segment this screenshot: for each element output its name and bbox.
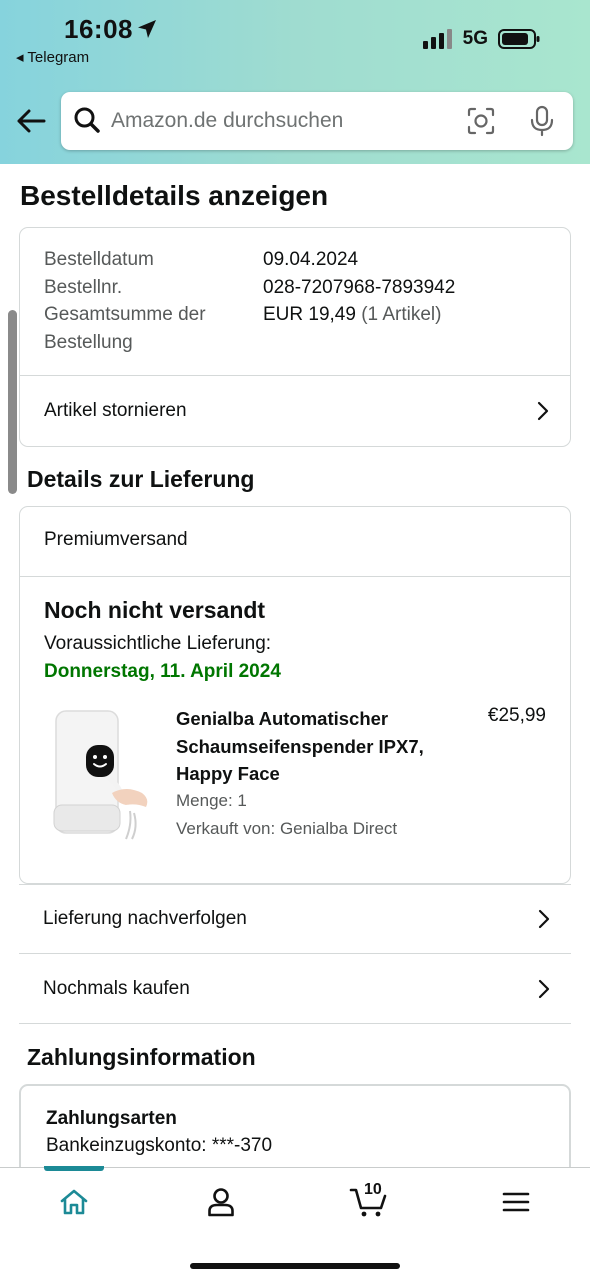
chevron-right-icon <box>537 401 549 421</box>
order-number: 028-7207968-7893942 <box>263 276 456 298</box>
product-name-link[interactable]: Genialba Automatischer Schaumseifenspend… <box>176 705 436 788</box>
payment-section-title: Zahlungsinformation <box>27 1044 256 1070</box>
track-delivery-link[interactable]: Lieferung nachverfolgen <box>19 884 571 954</box>
page-title: Bestelldetails anzeigen <box>20 180 329 211</box>
delivery-card: Premiumversand Noch nicht versandt Vorau… <box>19 506 571 884</box>
order-date-label: Bestelldatum <box>44 249 154 270</box>
order-item-count: (1 Artikel) <box>361 304 442 325</box>
product-quantity: Menge: 1 <box>176 791 247 810</box>
order-total-label-2: Bestellung <box>44 331 133 353</box>
user-icon <box>208 1188 234 1217</box>
delivery-section-title: Details zur Lieferung <box>27 466 255 492</box>
payment-methods-title: Zahlungsarten <box>46 1108 177 1129</box>
status-time: 16:08 <box>64 14 133 44</box>
microphone-icon[interactable] <box>529 105 555 137</box>
chevron-right-icon <box>538 909 550 929</box>
order-total: EUR 19,49 <box>263 304 356 325</box>
battery-icon <box>498 29 540 49</box>
chevron-right-icon <box>538 979 550 998</box>
bottom-navigation: 10 <box>0 1166 590 1280</box>
product-price: €25,99 <box>487 705 546 726</box>
network-type: 5G <box>462 28 488 49</box>
order-number-label: Bestellnr. <box>44 276 123 298</box>
divider <box>20 576 570 577</box>
track-delivery-label: Lieferung nachverfolgen <box>43 908 247 929</box>
home-indicator-bar[interactable] <box>190 1263 400 1269</box>
payment-account: Bankeinzugskonto: ***-370 <box>46 1135 273 1156</box>
eta-date: Donnerstag, 11. April 2024 <box>44 661 281 682</box>
home-icon <box>60 1189 88 1215</box>
eta-label: Voraussichtliche Lieferung: <box>44 633 272 654</box>
search-input[interactable] <box>111 104 441 138</box>
order-total-line: EUR 19,49 (1 Artikel) <box>263 301 455 329</box>
search-icon <box>74 107 100 133</box>
back-to-telegram[interactable]: ◂ Telegram <box>16 48 89 66</box>
hamburger-menu-icon <box>502 1192 530 1212</box>
search-bar[interactable] <box>61 92 573 150</box>
shipping-type: Premiumversand <box>44 529 188 550</box>
shipment-status: Noch nicht versandt <box>44 597 266 623</box>
scrollbar[interactable] <box>8 310 17 494</box>
buy-again-link[interactable]: Nochmals kaufen <box>19 954 571 1024</box>
location-arrow-icon <box>138 20 156 38</box>
back-arrow-icon[interactable] <box>14 104 48 138</box>
order-summary-values: 09.04.2024 028-7207968-7893942 EUR 19,49… <box>263 246 455 329</box>
order-total-label: Gesamtsumme der <box>44 304 206 325</box>
camera-scan-icon[interactable] <box>466 106 496 136</box>
product-seller: Verkauft von: Genialba Direct <box>176 819 398 838</box>
nav-account[interactable] <box>196 1184 246 1220</box>
cart-count-badge: 10 <box>364 1181 382 1198</box>
status-indicators: 5G <box>422 28 540 50</box>
signal-icon <box>422 29 452 49</box>
top-header: 16:08 ◂ Telegram 5G <box>0 0 590 164</box>
nav-menu[interactable] <box>491 1184 541 1220</box>
product-image[interactable] <box>46 707 156 841</box>
active-tab-indicator <box>44 1166 104 1171</box>
order-summary-labels: Bestelldatum Bestellnr. Gesamtsumme der … <box>44 246 244 356</box>
cancel-items-link[interactable]: Artikel stornieren <box>20 376 570 446</box>
nav-home[interactable] <box>49 1184 99 1220</box>
buy-again-label: Nochmals kaufen <box>43 977 190 999</box>
order-date: 09.04.2024 <box>263 249 359 270</box>
order-summary-card: Bestelldatum Bestellnr. Gesamtsumme der … <box>19 227 571 447</box>
cancel-items-label: Artikel stornieren <box>44 400 187 421</box>
